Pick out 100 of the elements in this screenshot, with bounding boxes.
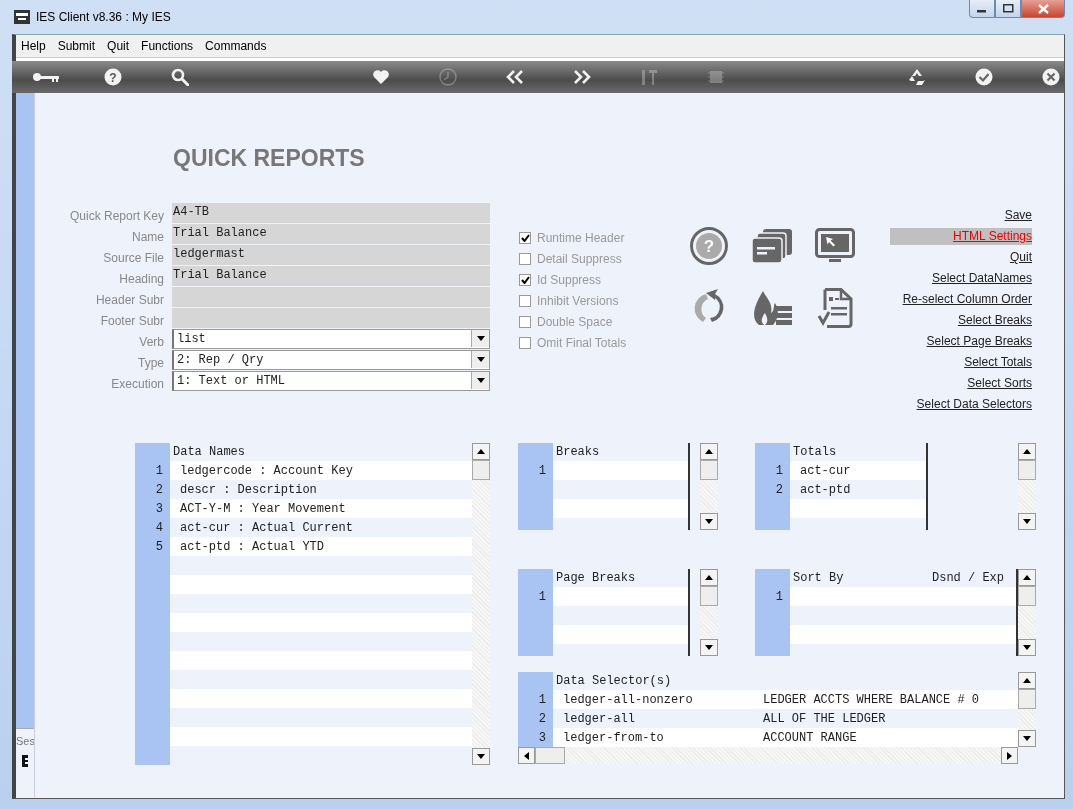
- list-cell[interactable]: LEDGER ACCTS WHERE BALANCE # 0: [763, 692, 1018, 707]
- list-cell[interactable]: act-cur : Actual Current: [180, 520, 353, 535]
- link[interactable]: Select Data Selectors: [916, 394, 1032, 415]
- link[interactable]: Select Page Breaks: [926, 331, 1032, 352]
- help-icon[interactable]: ?: [103, 68, 122, 86]
- menu-item[interactable]: Commands: [204, 39, 268, 53]
- search-icon[interactable]: [170, 68, 189, 86]
- scroll-up-icon[interactable]: [1023, 678, 1031, 683]
- list-cell[interactable]: ACCOUNT RANGE: [763, 730, 1018, 745]
- input-field[interactable]: [172, 287, 490, 307]
- list-cell[interactable]: ledgercode : Account Key: [180, 463, 353, 478]
- vertical-scrollbar[interactable]: [472, 443, 490, 765]
- list-row[interactable]: ledgercode : Account Key: [170, 461, 472, 480]
- checkbox[interactable]: [519, 294, 531, 307]
- vertical-scrollbar[interactable]: [1018, 443, 1036, 530]
- list-row[interactable]: act-cur : Actual Current: [170, 518, 472, 537]
- list-cell[interactable]: ledger-all: [563, 711, 763, 726]
- scroll-down-icon[interactable]: [1023, 645, 1031, 650]
- dropdown-arrow-icon[interactable]: [476, 357, 485, 362]
- scroll-right-button[interactable]: [1001, 747, 1018, 764]
- list-row[interactable]: ACT-Y-M : Year Movement: [170, 499, 472, 518]
- list-row[interactable]: ledger-all ALL OF THE LEDGER: [553, 709, 1018, 728]
- scroll-up-icon[interactable]: [477, 449, 485, 454]
- scroll-down-icon[interactable]: [1023, 736, 1031, 741]
- flame-wall-icon[interactable]: [751, 289, 793, 327]
- minimize-button[interactable]: [969, 0, 995, 18]
- heart-icon[interactable]: [371, 69, 390, 85]
- menu-item[interactable]: Functions: [140, 39, 195, 53]
- list-cell[interactable]: act-cur: [800, 463, 851, 478]
- recycle-icon[interactable]: [906, 68, 927, 86]
- scroll-left-button[interactable]: [518, 747, 535, 764]
- input-field[interactable]: [172, 308, 490, 328]
- horizontal-scrollbar[interactable]: [518, 747, 1018, 764]
- scroll-up-button[interactable]: [1018, 443, 1036, 460]
- list-row[interactable]: descr : Description: [170, 480, 472, 499]
- list-row[interactable]: act-ptd: [790, 480, 926, 499]
- scroll-down-icon[interactable]: [477, 754, 485, 759]
- link[interactable]: Select DataNames: [931, 268, 1032, 289]
- check-icon[interactable]: [974, 68, 993, 86]
- list-cell[interactable]: ledger-all-nonzero: [563, 692, 763, 707]
- vertical-scrollbar[interactable]: [1018, 569, 1036, 656]
- link[interactable]: Select Breaks: [957, 310, 1032, 331]
- scrollbar-thumb[interactable]: [700, 460, 718, 480]
- scroll-up-icon[interactable]: [705, 575, 713, 580]
- list-row[interactable]: act-cur: [790, 461, 926, 480]
- input-field[interactable]: Trial Balance: [172, 266, 490, 286]
- checklist-document-icon[interactable]: [817, 288, 854, 328]
- list-cell[interactable]: ACT-Y-M : Year Movement: [180, 501, 346, 516]
- input-field[interactable]: A4-TB: [172, 203, 490, 223]
- dropdown-field[interactable]: 2: Rep / Qry: [172, 350, 490, 370]
- scroll-down-button[interactable]: [472, 748, 490, 765]
- scroll-down-icon[interactable]: [705, 645, 713, 650]
- scrollbar-thumb[interactable]: [472, 460, 490, 480]
- scrollbar-thumb[interactable]: [1018, 460, 1036, 480]
- scroll-left-icon[interactable]: [524, 751, 529, 760]
- scroll-up-button[interactable]: [1018, 569, 1036, 586]
- scroll-up-icon[interactable]: [1023, 575, 1031, 580]
- vertical-scrollbar[interactable]: [1018, 672, 1036, 747]
- list-cell[interactable]: descr : Description: [180, 482, 317, 497]
- maximize-button[interactable]: [995, 0, 1021, 18]
- input-field[interactable]: ledgermast: [172, 245, 490, 265]
- link[interactable]: Re-select Column Order: [902, 289, 1032, 310]
- double-chevron-left-icon[interactable]: [505, 70, 524, 84]
- dropdown-field[interactable]: 1: Text or HTML: [172, 371, 490, 391]
- list-row[interactable]: ledger-from-to ACCOUNT RANGE: [553, 728, 1018, 747]
- link[interactable]: Quit: [1010, 247, 1032, 268]
- checkbox[interactable]: [519, 315, 531, 328]
- scroll-down-button[interactable]: [1018, 730, 1036, 747]
- scroll-down-button[interactable]: [1018, 513, 1036, 530]
- link[interactable]: Select Totals: [964, 352, 1032, 373]
- list-cell[interactable]: ledger-from-to: [563, 730, 763, 745]
- list-cell[interactable]: ALL OF THE LEDGER: [763, 711, 1018, 726]
- scroll-up-icon[interactable]: [705, 449, 713, 454]
- checkbox[interactable]: [519, 273, 531, 286]
- scroll-up-button[interactable]: [472, 443, 490, 460]
- cards-icon[interactable]: [751, 228, 793, 264]
- menu-item[interactable]: Help: [20, 39, 47, 53]
- scroll-up-button[interactable]: [1018, 672, 1036, 689]
- scroll-down-icon[interactable]: [1023, 519, 1031, 524]
- list-row[interactable]: act-ptd : Actual YTD: [170, 537, 472, 556]
- key-icon[interactable]: [31, 70, 60, 84]
- checkbox[interactable]: [519, 231, 531, 244]
- menu-item[interactable]: Quit: [106, 39, 131, 53]
- scroll-down-button[interactable]: [1018, 639, 1036, 656]
- dropdown-arrow-icon[interactable]: [476, 336, 485, 341]
- double-chevron-right-icon[interactable]: [572, 70, 591, 84]
- checkbox[interactable]: [519, 252, 531, 265]
- menu-item[interactable]: Submit: [56, 39, 97, 53]
- scroll-down-button[interactable]: [700, 639, 718, 656]
- vertical-scrollbar[interactable]: [700, 569, 718, 656]
- list-cell[interactable]: act-ptd : Actual YTD: [180, 539, 325, 554]
- dropdown-arrow-icon[interactable]: [476, 378, 485, 383]
- input-field[interactable]: Trial Balance: [172, 224, 490, 244]
- scroll-down-icon[interactable]: [705, 519, 713, 524]
- checkbox[interactable]: [519, 336, 531, 349]
- scroll-up-icon[interactable]: [1023, 449, 1031, 454]
- link[interactable]: Select Sorts: [967, 373, 1032, 394]
- scroll-down-button[interactable]: [700, 513, 718, 530]
- scrollbar-thumb[interactable]: [1018, 586, 1036, 606]
- scroll-up-button[interactable]: [700, 443, 718, 460]
